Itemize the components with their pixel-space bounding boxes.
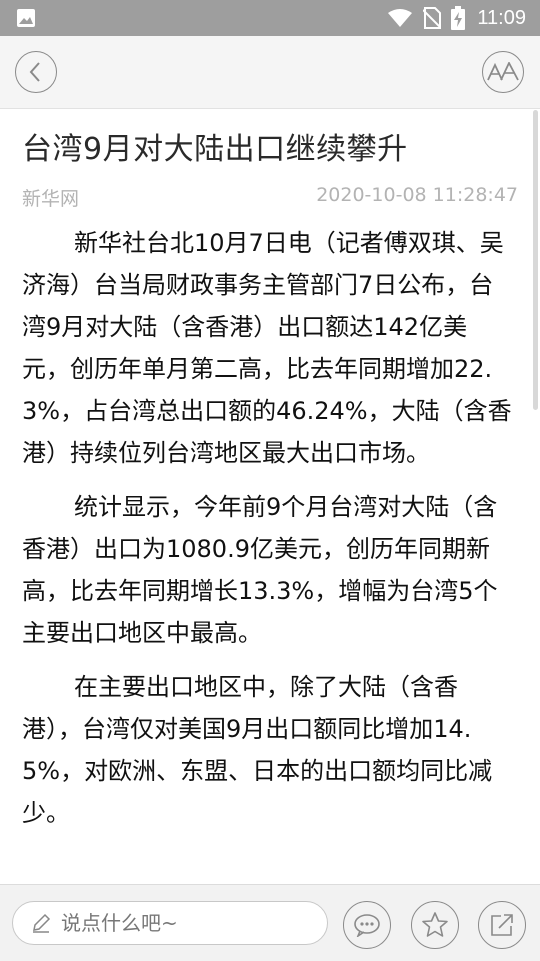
share-icon (491, 914, 513, 936)
top-toolbar (0, 36, 540, 109)
image-notification-icon (17, 9, 35, 27)
article-body: 新华社台北10月7日电（记者傅双琪、吴济海）台当局财政事务主管部门7日公布，台湾… (22, 222, 514, 846)
article-meta: 新华网 2020-10-08 11:28:47 (22, 184, 518, 214)
article-paragraph: 新华社台北10月7日电（记者傅双琪、吴济海）台当局财政事务主管部门7日公布，台湾… (22, 229, 512, 467)
no-sim-icon (423, 7, 442, 29)
wifi-icon (388, 9, 413, 27)
comment-input-box[interactable] (12, 901, 328, 945)
favorite-button[interactable] (411, 901, 459, 949)
comment-input[interactable] (59, 910, 303, 936)
status-time: 11:09 (477, 6, 526, 29)
scrollbar-thumb[interactable] (533, 110, 538, 410)
chat-bubble-icon (354, 914, 380, 937)
article-paragraph: 统计显示，今年前9个月台湾对大陆（含香港）出口为1080.9亿美元，创历年同期新… (22, 493, 498, 647)
bottom-action-bar (0, 884, 540, 961)
comment-button[interactable] (343, 901, 391, 949)
pencil-icon (33, 913, 51, 933)
battery-charging-icon (451, 6, 466, 30)
article-source: 新华网 (22, 188, 80, 210)
font-size-button[interactable] (482, 51, 524, 93)
status-bar: 11:09 (0, 0, 540, 36)
back-button[interactable] (15, 51, 57, 93)
article-paragraph: 在主要出口地区中，除了大陆（含香港），台湾仅对美国9月出口额同比增加14.5%，… (22, 673, 493, 827)
star-icon (422, 912, 448, 937)
article-title: 台湾9月对大陆出口继续攀升 (22, 132, 408, 167)
article-datetime: 2020-10-08 11:28:47 (316, 184, 518, 206)
chevron-left-icon (29, 62, 40, 82)
share-button[interactable] (478, 901, 526, 949)
font-size-icon (487, 62, 519, 81)
